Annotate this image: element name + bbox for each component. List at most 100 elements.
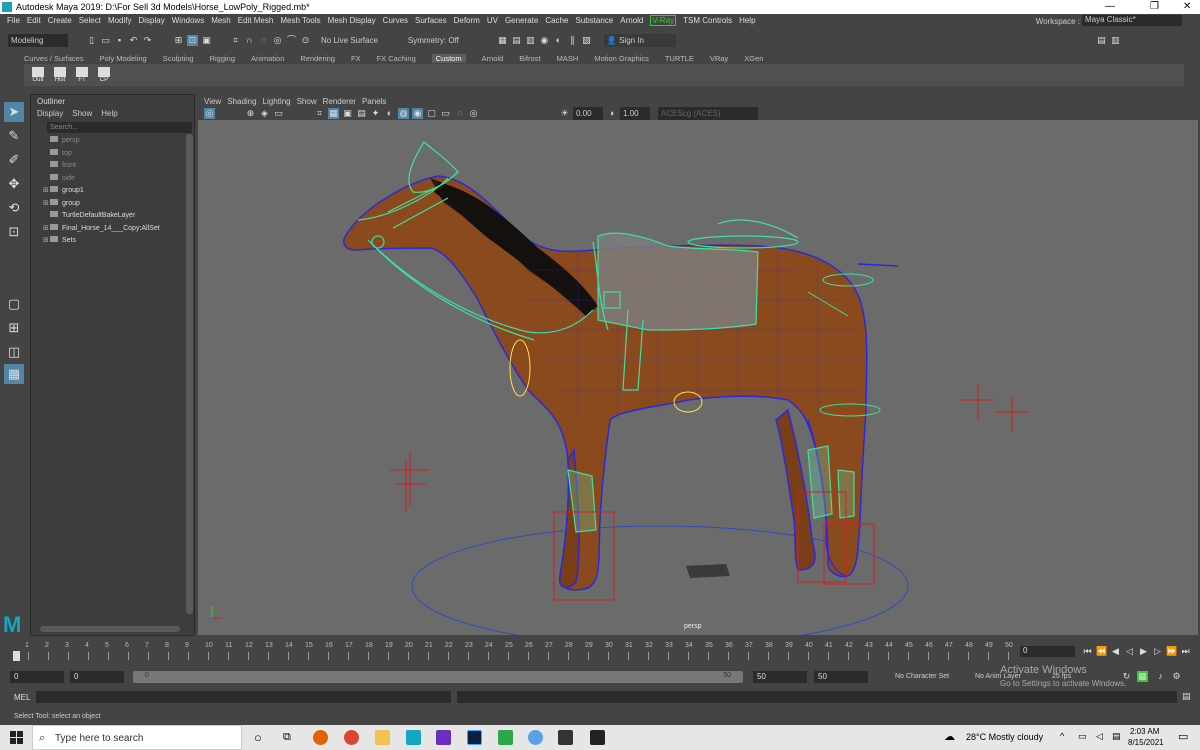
play-forward-icon[interactable]: ▶ (1138, 646, 1149, 657)
language-icon[interactable]: ▤ (1112, 731, 1121, 742)
save-scene-icon[interactable]: ▪ (114, 35, 125, 46)
3dsmax-icon[interactable] (498, 730, 513, 745)
task-view-icon[interactable]: ⧉ (283, 730, 298, 745)
taskbar-search-input[interactable]: ⌕ Type here to search (32, 725, 242, 750)
go-to-start-icon[interactable]: ⏮ (1082, 646, 1093, 657)
shelf-button-outl[interactable]: Outl (30, 67, 46, 83)
viewport-3d[interactable] (198, 120, 1198, 635)
bookmark-icon[interactable]: ◈ (259, 108, 270, 119)
menu-arnold[interactable]: Arnold (620, 16, 643, 25)
outliner-menu-help[interactable]: Help (101, 109, 117, 118)
select-component-icon[interactable]: ▣ (201, 35, 212, 46)
viewport-menu-renderer[interactable]: Renderer (323, 97, 356, 106)
menu-cache[interactable]: Cache (545, 16, 568, 25)
clock-time[interactable]: 2:03 AM (1130, 727, 1159, 736)
mel-label[interactable]: MEL (14, 693, 30, 702)
outliner-item[interactable]: ⊞ Final_Horse_14___Copy:AllSet (43, 223, 160, 232)
shelf-tab-rendering[interactable]: Rendering (300, 54, 335, 63)
sign-in-button[interactable]: 👤 Sign In (603, 33, 676, 47)
shelf-tab-sculpting[interactable]: Sculpting (163, 54, 194, 63)
grid-toggle-icon[interactable]: ⌗ (314, 108, 325, 119)
menu-mesh-display[interactable]: Mesh Display (328, 16, 376, 25)
substance-icon[interactable] (558, 730, 573, 745)
image-plane-icon[interactable]: ▭ (273, 108, 284, 119)
step-back-key-icon[interactable]: ⏪ (1096, 646, 1107, 657)
paint-select-icon[interactable]: ✐ (4, 150, 24, 170)
anim-start-field[interactable]: 0 (10, 671, 64, 683)
outliner-item[interactable]: TurtleDefaultBakeLayer (43, 211, 135, 219)
character-set-select[interactable]: No Character Set (895, 673, 949, 680)
exposure-icon[interactable]: ☀ (559, 108, 570, 119)
menu-edit-mesh[interactable]: Edit Mesh (238, 16, 274, 25)
wireframe-icon[interactable]: ▦ (328, 107, 339, 119)
expand-icon[interactable]: ⊞ (43, 236, 50, 244)
snap-curve-icon[interactable]: ∩ (244, 35, 255, 46)
snap-view-icon[interactable]: ◎ (272, 35, 283, 46)
open-scene-icon[interactable]: ▭ (100, 35, 111, 46)
anim-end-field[interactable]: 50 (814, 671, 868, 683)
current-time-marker[interactable] (13, 651, 20, 661)
time-slider[interactable]: 1 2 3 4 5 6 7 8 9 10 11 12 13 14 15 16 17 18 19 20 21 22 23 24 2… (10, 640, 1015, 662)
shelf-tab-poly-modeling[interactable]: Poly Modeling (100, 54, 147, 63)
menu-select[interactable]: Select (79, 16, 101, 25)
step-back-icon[interactable]: ◀ (1110, 646, 1121, 657)
snap-surface-icon[interactable]: ⌒ (286, 35, 297, 46)
outliner-item[interactable]: ⊞ group1 (43, 186, 84, 194)
vs-taskbar-icon[interactable] (436, 730, 451, 745)
render-view-icon[interactable]: ▤ (511, 35, 522, 46)
shelf-tab-custom[interactable]: Custom (431, 53, 466, 63)
shelf-tab-xgen[interactable]: XGen (744, 54, 763, 63)
outliner-layout-icon[interactable]: ▦ (4, 364, 24, 384)
dof-icon[interactable]: ◎ (468, 108, 479, 119)
menu-mesh[interactable]: Mesh (211, 16, 231, 25)
auto-key-icon[interactable]: ▦ (1137, 671, 1148, 682)
settings-app-icon[interactable] (528, 730, 543, 745)
menu-substance[interactable]: Substance (575, 16, 613, 25)
shelf-tab-curves-surfaces[interactable]: Curves / Surfaces (24, 54, 84, 63)
shelf-tab-fx[interactable]: FX (351, 54, 361, 63)
snap-grid-icon[interactable]: ⌗ (230, 35, 241, 46)
redo-icon[interactable]: ↷ (142, 35, 153, 46)
range-slider[interactable]: 0 50 (133, 671, 743, 683)
tray-chevron-icon[interactable]: ^ (1060, 731, 1064, 741)
menu-tsm-controls[interactable]: TSM Controls (683, 16, 732, 25)
outliner-item[interactable]: ⊞ group (43, 198, 80, 207)
snap-point-icon[interactable]: ◌ (258, 35, 269, 46)
snap-vertex-icon[interactable]: ⊙ (300, 35, 311, 46)
outliner-menu-show[interactable]: Show (72, 109, 92, 118)
outliner-item[interactable]: side (43, 173, 75, 182)
shadows-icon[interactable]: ◐ (384, 108, 395, 119)
playback-start-field[interactable]: 0 (70, 671, 124, 683)
weather-text[interactable]: 28°C Mostly cloudy (966, 732, 1043, 742)
volume-icon[interactable]: ◁ (1096, 731, 1103, 742)
symmetry-label[interactable]: Symmetry: Off (408, 36, 459, 45)
textured-icon[interactable]: ▤ (356, 108, 367, 119)
shelf-tab-animation[interactable]: Animation (251, 54, 284, 63)
two-pane-icon[interactable]: ◫ (4, 342, 24, 362)
mode-select[interactable]: Modeling (8, 33, 68, 47)
shelf-tab-vray[interactable]: VRay (710, 54, 728, 63)
resolution-gate-icon[interactable]: ▢ (426, 108, 437, 119)
outliner-item[interactable]: persp (43, 136, 80, 144)
render-frame-icon[interactable]: ▦ (497, 35, 508, 46)
vray-render-icon[interactable]: ▧ (581, 35, 592, 46)
lasso-tool-icon[interactable]: ✎ (4, 126, 24, 146)
shelf-button-ft[interactable]: FT (74, 67, 90, 83)
menu-create[interactable]: Create (48, 16, 72, 25)
file-explorer-icon[interactable] (375, 730, 390, 745)
ipr-icon[interactable]: ▥ (525, 35, 536, 46)
channel-box-icon[interactable]: ▤ (1096, 35, 1107, 46)
menu-modify[interactable]: Modify (108, 16, 132, 25)
go-to-end-icon[interactable]: ⏭ (1180, 646, 1191, 657)
shelf-tab-rigging[interactable]: Rigging (210, 54, 235, 63)
move-tool-icon[interactable]: ✥ (4, 174, 24, 194)
select-object-icon[interactable]: ⊡ (187, 34, 198, 46)
menu-file[interactable]: File (7, 16, 20, 25)
menu-edit[interactable]: Edit (27, 16, 41, 25)
menu-curves[interactable]: Curves (383, 16, 408, 25)
script-editor-icon[interactable]: ▤ (1182, 691, 1194, 703)
network-icon[interactable]: ▭ (1078, 731, 1087, 742)
outliner-item[interactable]: top (43, 148, 72, 157)
shelf-tab-arnold[interactable]: Arnold (482, 54, 504, 63)
menu-deform[interactable]: Deform (454, 16, 480, 25)
